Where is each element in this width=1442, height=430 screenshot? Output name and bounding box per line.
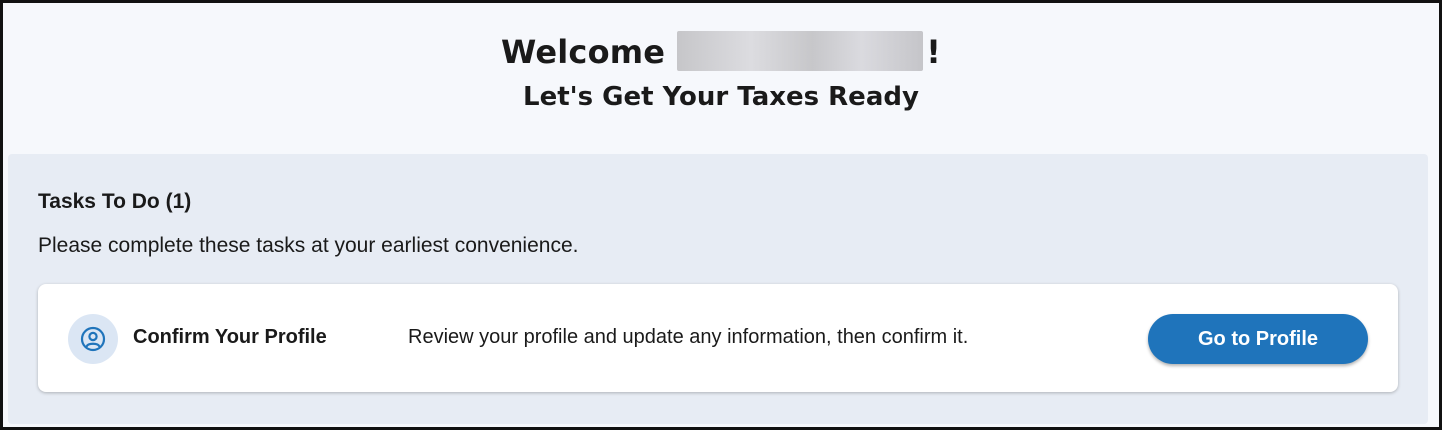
tasks-panel: Tasks To Do (1) Please complete these ta… [8, 154, 1428, 424]
welcome-suffix: ! [926, 33, 942, 71]
user-circle-icon [68, 314, 118, 364]
welcome-heading: Welcome! [3, 31, 1439, 72]
welcome-header: Welcome! Let's Get Your Taxes Ready [3, 3, 1439, 153]
redacted-user-name [677, 31, 924, 71]
tasks-description: Please complete these tasks at your earl… [38, 234, 579, 257]
task-detail: Review your profile and update any infor… [408, 326, 969, 348]
page-frame: Welcome! Let's Get Your Taxes Ready Task… [0, 0, 1442, 430]
tasks-title: Tasks To Do (1) [38, 190, 192, 213]
task-name: Confirm Your Profile [133, 326, 327, 348]
go-to-profile-button[interactable]: Go to Profile [1148, 314, 1368, 364]
welcome-prefix: Welcome [500, 33, 666, 71]
page-subtitle: Let's Get Your Taxes Ready [523, 82, 919, 112]
task-card-confirm-profile: Confirm Your Profile Review your profile… [38, 284, 1398, 392]
